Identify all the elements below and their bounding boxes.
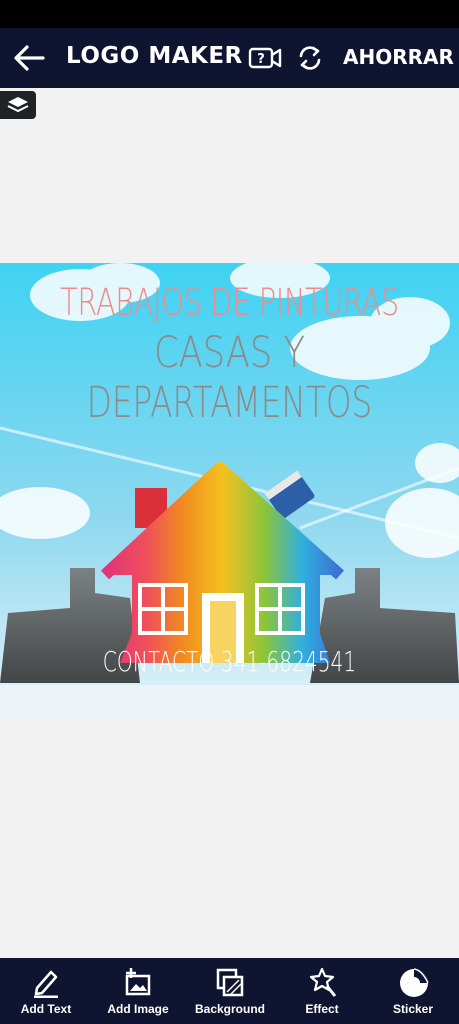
sticker-label: Sticker bbox=[392, 1002, 434, 1016]
effect-button[interactable]: Effect bbox=[276, 958, 368, 1024]
status-bar bbox=[0, 0, 459, 28]
background-icon bbox=[216, 968, 244, 997]
sticker-icon bbox=[400, 968, 429, 997]
logo-text-line-3[interactable]: DEPARTAMENTOS bbox=[55, 378, 404, 428]
background-label: Background bbox=[194, 1002, 265, 1016]
app-title: LOGO MAKER bbox=[66, 43, 243, 69]
top-app-bar: LOGO MAKER ? AHORRAR bbox=[0, 28, 459, 88]
add-text-label: Add Text bbox=[20, 1002, 72, 1016]
save-button[interactable]: AHORRAR bbox=[343, 45, 454, 69]
background-button[interactable]: Background bbox=[184, 958, 276, 1024]
refresh-icon[interactable] bbox=[296, 44, 324, 72]
bottom-toolbar: Add Text Add Image Background Effect Sti… bbox=[0, 958, 459, 1024]
logo-text-line-1[interactable]: TRABAJOS DE PINTURAS bbox=[50, 281, 408, 324]
add-image-label: Add Image bbox=[107, 1002, 169, 1016]
effect-label: Effect bbox=[305, 1002, 339, 1016]
arrow-left-icon[interactable] bbox=[12, 42, 46, 74]
sticker-button[interactable]: Sticker bbox=[367, 958, 459, 1024]
add-text-button[interactable]: Add Text bbox=[0, 958, 92, 1024]
layers-icon bbox=[7, 97, 29, 113]
question-video-icon[interactable]: ? bbox=[248, 44, 282, 72]
logo-canvas[interactable]: TRABAJOS DE PINTURAS CASAS Y DEPARTAMENT… bbox=[0, 263, 459, 721]
add-image-icon bbox=[125, 968, 151, 996]
logo-contact-text[interactable]: CONTACTO 341-6824541 bbox=[64, 645, 394, 678]
magic-wand-icon bbox=[309, 967, 337, 997]
logo-text-line-2[interactable]: CASAS Y bbox=[41, 328, 417, 378]
pencil-icon bbox=[34, 970, 58, 998]
layers-button[interactable] bbox=[0, 91, 36, 119]
add-image-button[interactable]: Add Image bbox=[92, 958, 184, 1024]
svg-text:?: ? bbox=[257, 52, 265, 67]
